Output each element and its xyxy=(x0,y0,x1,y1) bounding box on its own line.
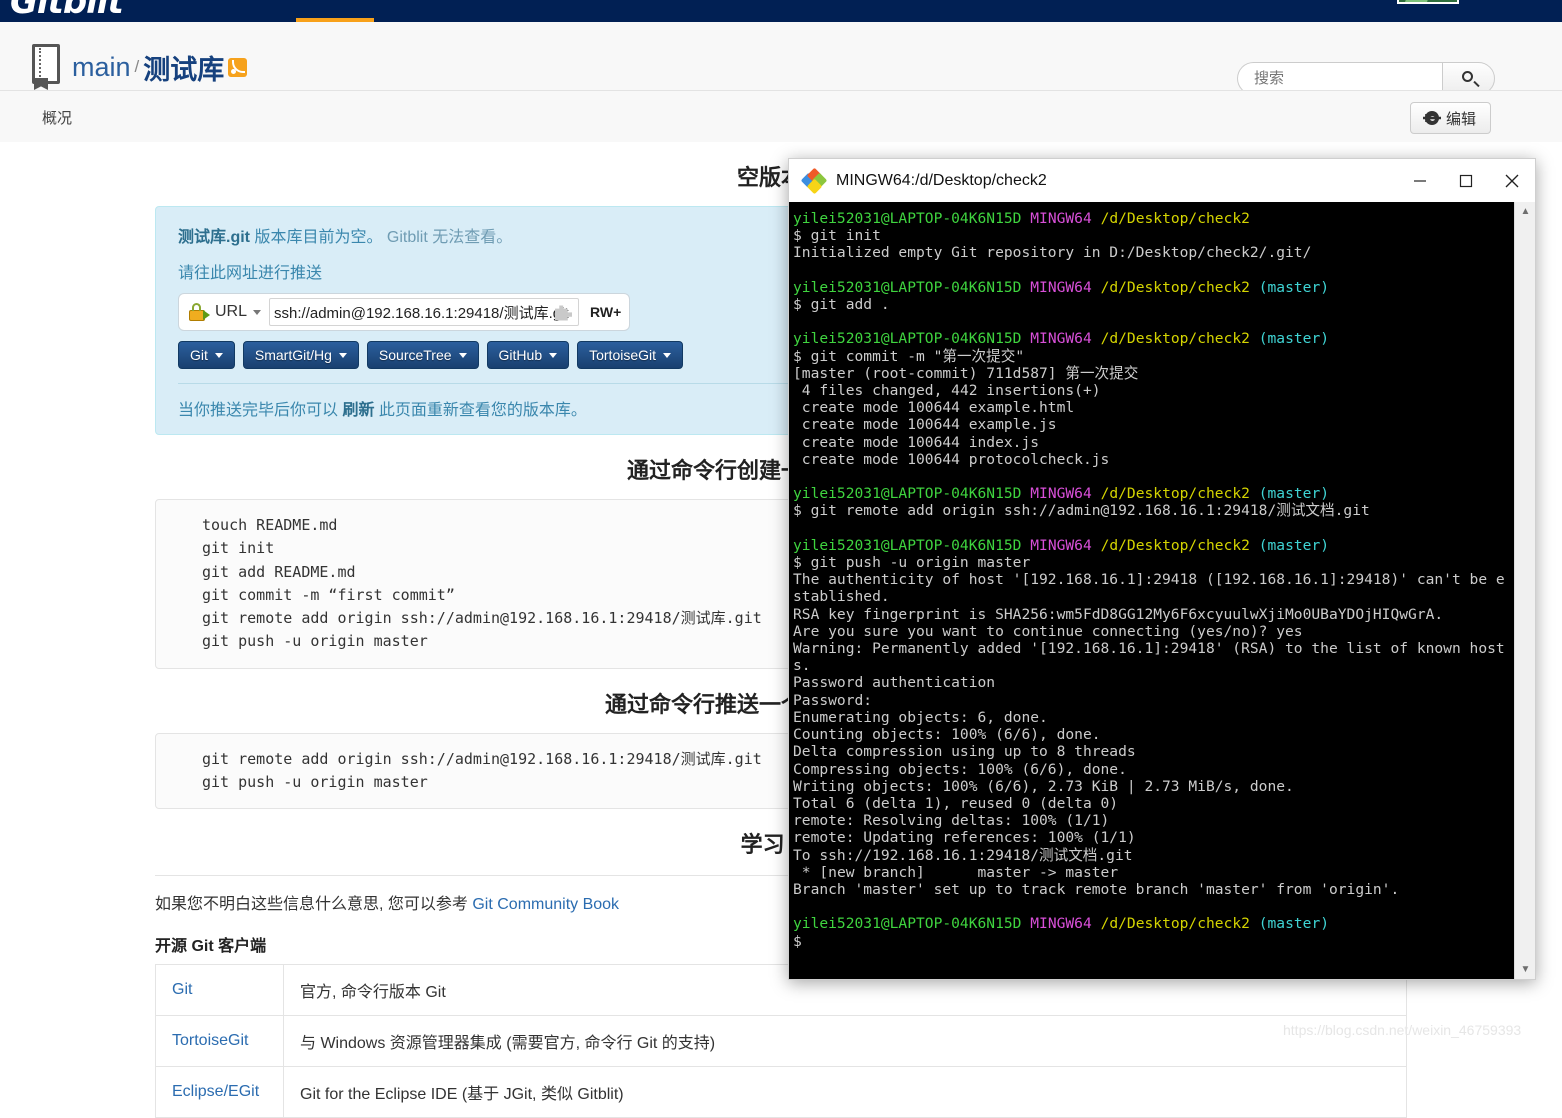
client-button-git-label: Git xyxy=(190,347,208,363)
client-button-github[interactable]: GitHub xyxy=(486,341,570,369)
table-row: Eclipse/EGit Git for the Eclipse IDE (基于… xyxy=(155,1066,1407,1118)
breadcrumb-separator: / xyxy=(134,57,140,76)
gear-icon xyxy=(1425,111,1439,125)
client-description: 与 Windows 资源管理器集成 (需要官方, 命令行 Git 的支持) xyxy=(283,1015,1407,1067)
page-title: 测试库 xyxy=(143,54,225,85)
scroll-down-arrow[interactable]: ▼ xyxy=(1515,960,1535,979)
client-button-tortoisegit[interactable]: TortoiseGit xyxy=(577,341,684,369)
client-link[interactable]: Eclipse/EGit xyxy=(172,1083,259,1100)
topright-thumbnail[interactable] xyxy=(1397,0,1459,4)
client-name: Eclipse/EGit xyxy=(155,1066,284,1118)
chevron-down-icon xyxy=(338,352,347,358)
breadcrumb-main[interactable]: main xyxy=(72,52,131,83)
clients-table: Git 官方, 命令行版本 Git TortoiseGit 与 Windows … xyxy=(155,964,1407,1118)
gitblit-logo[interactable]: Gitblit xyxy=(10,0,124,22)
chevron-down-icon xyxy=(549,352,558,358)
client-button-tortoisegit-label: TortoiseGit xyxy=(589,347,657,363)
rss-icon[interactable] xyxy=(228,57,248,77)
chevron-down-icon xyxy=(458,352,467,358)
repository-header: main / 测试库 xyxy=(0,22,1562,95)
terminal-scrollbar[interactable]: ▲ ▼ xyxy=(1514,202,1535,979)
breadcrumb: main / 测试库 xyxy=(30,44,248,90)
client-name: Git xyxy=(155,964,284,1016)
learn-text-pre: 如果您不明白这些信息什么意思, 您可以参考 xyxy=(155,896,473,913)
refresh-link[interactable]: 刷新 xyxy=(342,402,374,419)
client-button-git[interactable]: Git xyxy=(178,341,235,369)
maximize-button[interactable] xyxy=(1443,159,1489,202)
client-button-sourcetree[interactable]: SourceTree xyxy=(366,341,479,369)
url-kind-label[interactable]: URL xyxy=(215,303,247,321)
edit-button[interactable]: 编辑 xyxy=(1410,102,1492,134)
client-link[interactable]: Git xyxy=(172,981,192,998)
empty-repo-message-rest: 版本库目前为空。 xyxy=(250,229,383,246)
table-row: TortoiseGit 与 Windows 资源管理器集成 (需要官方, 命令行… xyxy=(155,1015,1407,1067)
scroll-up-arrow[interactable]: ▲ xyxy=(1515,202,1535,221)
minimize-button[interactable] xyxy=(1397,159,1443,202)
edit-button-label: 编辑 xyxy=(1446,110,1477,128)
terminal-output: yilei52031@LAPTOP-04K6N15D MINGW64 /d/De… xyxy=(793,210,1505,950)
search-icon xyxy=(1462,71,1473,82)
terminal-title-bar[interactable]: MINGW64:/d/Desktop/check2 xyxy=(788,158,1536,202)
chevron-down-icon xyxy=(663,352,672,358)
empty-repo-message-muted: Gitblit 无法查看。 xyxy=(382,229,513,246)
terminal-title: MINGW64:/d/Desktop/check2 xyxy=(836,171,1047,189)
refresh-note-pre: 当你推送完毕后你可以 xyxy=(178,402,343,419)
chevron-down-icon[interactable] xyxy=(253,309,262,315)
client-name: TortoiseGit xyxy=(155,1015,284,1067)
git-community-book-link[interactable]: Git Community Book xyxy=(472,896,619,913)
top-navbar: Gitblit xyxy=(0,0,1562,22)
terminal-body[interactable]: yilei52031@LAPTOP-04K6N15D MINGW64 /d/De… xyxy=(788,202,1536,980)
close-button[interactable] xyxy=(1489,159,1535,202)
client-button-sourcetree-label: SourceTree xyxy=(378,347,452,363)
refresh-note-post: 此页面重新查看您的版本库。 xyxy=(374,402,587,419)
client-link[interactable]: TortoiseGit xyxy=(172,1032,248,1049)
clone-url-input[interactable] xyxy=(269,298,580,326)
client-button-github-label: GitHub xyxy=(498,347,543,363)
tab-strip: 概况 编辑 xyxy=(0,90,1562,142)
client-button-smartgit-label: SmartGit/Hg xyxy=(254,347,332,363)
lock-icon xyxy=(189,303,210,321)
tab-overview[interactable]: 概况 xyxy=(42,107,72,128)
clone-url-row: URL RW+ xyxy=(178,293,631,331)
git-bash-icon xyxy=(800,167,828,194)
empty-repo-name: 测试库.git xyxy=(178,229,250,246)
client-button-smartgit[interactable]: SmartGit/Hg xyxy=(242,341,359,369)
chevron-down-icon xyxy=(214,352,223,358)
watermark: https://blog.csdn.net/weixin_46759393 xyxy=(1283,1022,1522,1038)
mingw64-terminal-window[interactable]: MINGW64:/d/Desktop/check2 yilei52031@LAP… xyxy=(788,158,1536,980)
client-description: Git for the Eclipse IDE (基于 JGit, 类似 Git… xyxy=(283,1066,1407,1118)
window-controls xyxy=(1397,159,1535,202)
repository-book-icon xyxy=(30,44,62,90)
access-permission-badge: RW+ xyxy=(590,304,622,320)
